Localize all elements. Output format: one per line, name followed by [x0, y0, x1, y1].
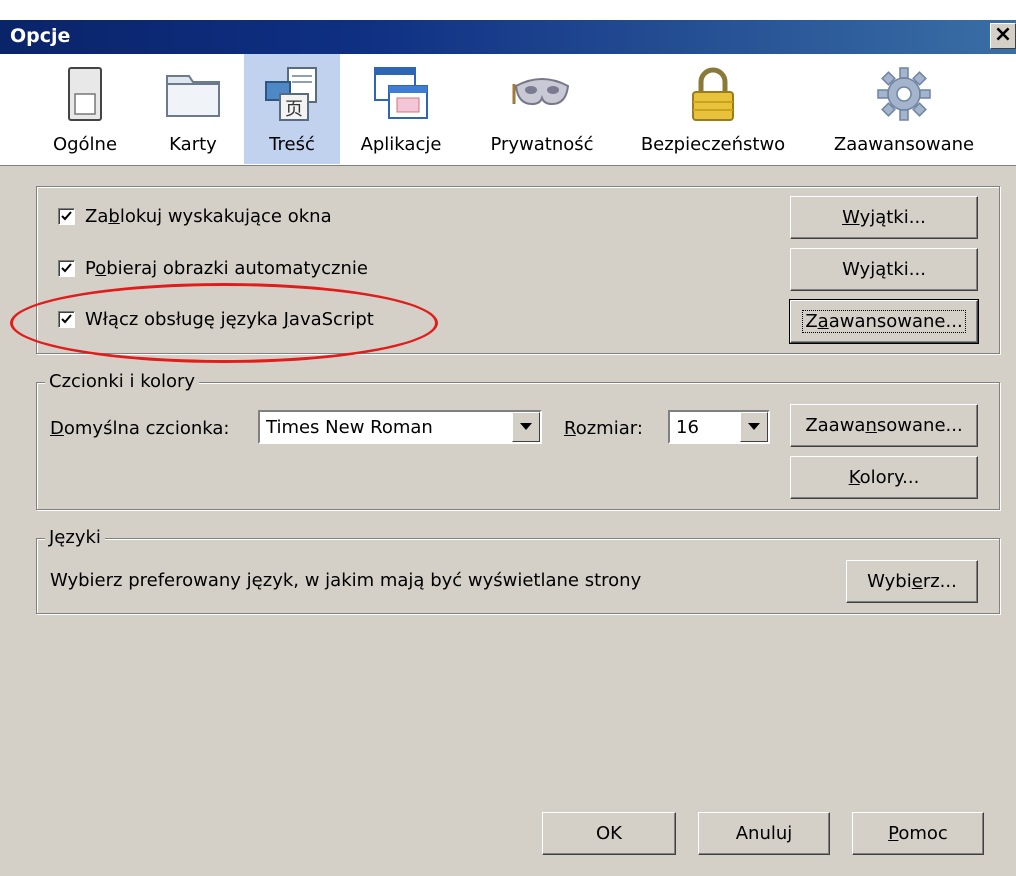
tab-applications-label: Aplikacje — [360, 134, 442, 155]
tab-privacy[interactable]: Prywatność — [472, 54, 612, 164]
fonts-colors-legend: Czcionki i kolory — [45, 371, 200, 392]
tabs-folder-icon — [166, 75, 220, 117]
font-size-dropdown-button[interactable] — [740, 412, 768, 442]
chevron-down-icon — [748, 423, 760, 430]
font-size-value: 16 — [676, 417, 699, 438]
default-font-select[interactable]: Times New Roman — [258, 410, 542, 444]
image-exceptions-label: Wyjątki... — [842, 259, 926, 280]
cancel-button[interactable]: Anuluj — [698, 812, 830, 855]
check-icon — [61, 314, 72, 324]
title-bar[interactable]: Opcje × — [0, 20, 1016, 54]
chevron-down-icon — [520, 423, 532, 430]
tab-tabs-label: Karty — [169, 134, 217, 155]
category-toolbar: Ogólne Karty 页 Treść Aplikacje Prywatnoś… — [0, 54, 1016, 166]
fonts-advanced-label: Zaawansowane... — [805, 415, 963, 436]
tab-content-label: Treść — [269, 134, 315, 155]
block-popups-checkbox[interactable] — [58, 208, 75, 225]
enable-javascript-checkbox-row[interactable]: Włącz obsługę języka JavaScript — [58, 309, 374, 330]
load-images-label: Pobieraj obrazki automatycznie — [85, 258, 368, 279]
tab-tabs[interactable]: Karty — [148, 54, 238, 164]
ok-button[interactable]: OK — [542, 812, 676, 855]
check-icon — [61, 211, 72, 221]
applications-icon — [374, 67, 428, 119]
load-images-checkbox-row[interactable]: Pobieraj obrazki automatycznie — [58, 258, 368, 279]
choose-language-button[interactable]: Wybierz... — [846, 560, 978, 603]
size-label: Rozmiar: — [564, 418, 643, 439]
languages-description: Wybierz preferowany język, w jakim mają … — [50, 570, 642, 591]
choose-language-label: Wybierz... — [867, 571, 957, 592]
svg-text:页: 页 — [285, 99, 303, 120]
check-icon — [61, 263, 72, 273]
tab-security[interactable]: Bezpieczeństwo — [628, 54, 798, 164]
colors-button[interactable]: Kolory... — [790, 456, 978, 499]
font-size-select[interactable]: 16 — [668, 410, 770, 444]
default-font-dropdown-button[interactable] — [512, 412, 540, 442]
tab-applications[interactable]: Aplikacje — [346, 54, 456, 164]
image-exceptions-button[interactable]: Wyjątki... — [790, 248, 978, 291]
close-icon: × — [993, 22, 1013, 47]
help-label: Pomoc — [888, 823, 948, 844]
window-title: Opcje — [10, 25, 71, 47]
default-font-label: Domyślna czcionka: — [50, 418, 230, 439]
javascript-advanced-label: Zaawansowane... — [802, 310, 966, 333]
tab-advanced-label: Zaawansowane — [833, 134, 975, 155]
default-font-value: Times New Roman — [266, 417, 433, 438]
gear-icon — [877, 67, 931, 121]
mask-icon — [512, 78, 570, 106]
tab-security-label: Bezpieczeństwo — [640, 134, 786, 155]
block-popups-checkbox-row[interactable]: Zablokuj wyskakujące okna — [58, 206, 332, 227]
tab-general-label: Ogólne — [52, 134, 118, 155]
load-images-checkbox[interactable] — [58, 260, 75, 277]
ok-label: OK — [596, 823, 622, 844]
options-window: Opcje × Ogólne Karty 页 Treść Aplikacje P… — [0, 0, 1016, 876]
tab-general[interactable]: Ogólne — [40, 54, 130, 164]
cancel-label: Anuluj — [735, 823, 793, 844]
content-icon: 页 — [265, 67, 317, 121]
popup-exceptions-label: Wyjątki... — [842, 207, 926, 228]
help-button[interactable]: Pomoc — [852, 812, 984, 855]
fonts-advanced-button[interactable]: Zaawansowane... — [790, 404, 978, 447]
tab-privacy-label: Prywatność — [490, 134, 594, 155]
javascript-advanced-button[interactable]: Zaawansowane... — [789, 299, 979, 344]
tab-content[interactable]: 页 Treść — [244, 54, 340, 164]
close-button[interactable]: × — [990, 23, 1016, 49]
languages-legend: Języki — [45, 527, 105, 548]
colors-label: Kolory... — [848, 467, 920, 488]
block-popups-label: Zablokuj wyskakujące okna — [85, 206, 332, 227]
switch-icon — [68, 67, 102, 121]
enable-javascript-checkbox[interactable] — [58, 311, 75, 328]
padlock-icon — [692, 67, 734, 121]
popup-exceptions-button[interactable]: Wyjątki... — [790, 196, 978, 239]
tab-advanced[interactable]: Zaawansowane — [814, 54, 994, 164]
enable-javascript-label: Włącz obsługę języka JavaScript — [85, 309, 374, 330]
